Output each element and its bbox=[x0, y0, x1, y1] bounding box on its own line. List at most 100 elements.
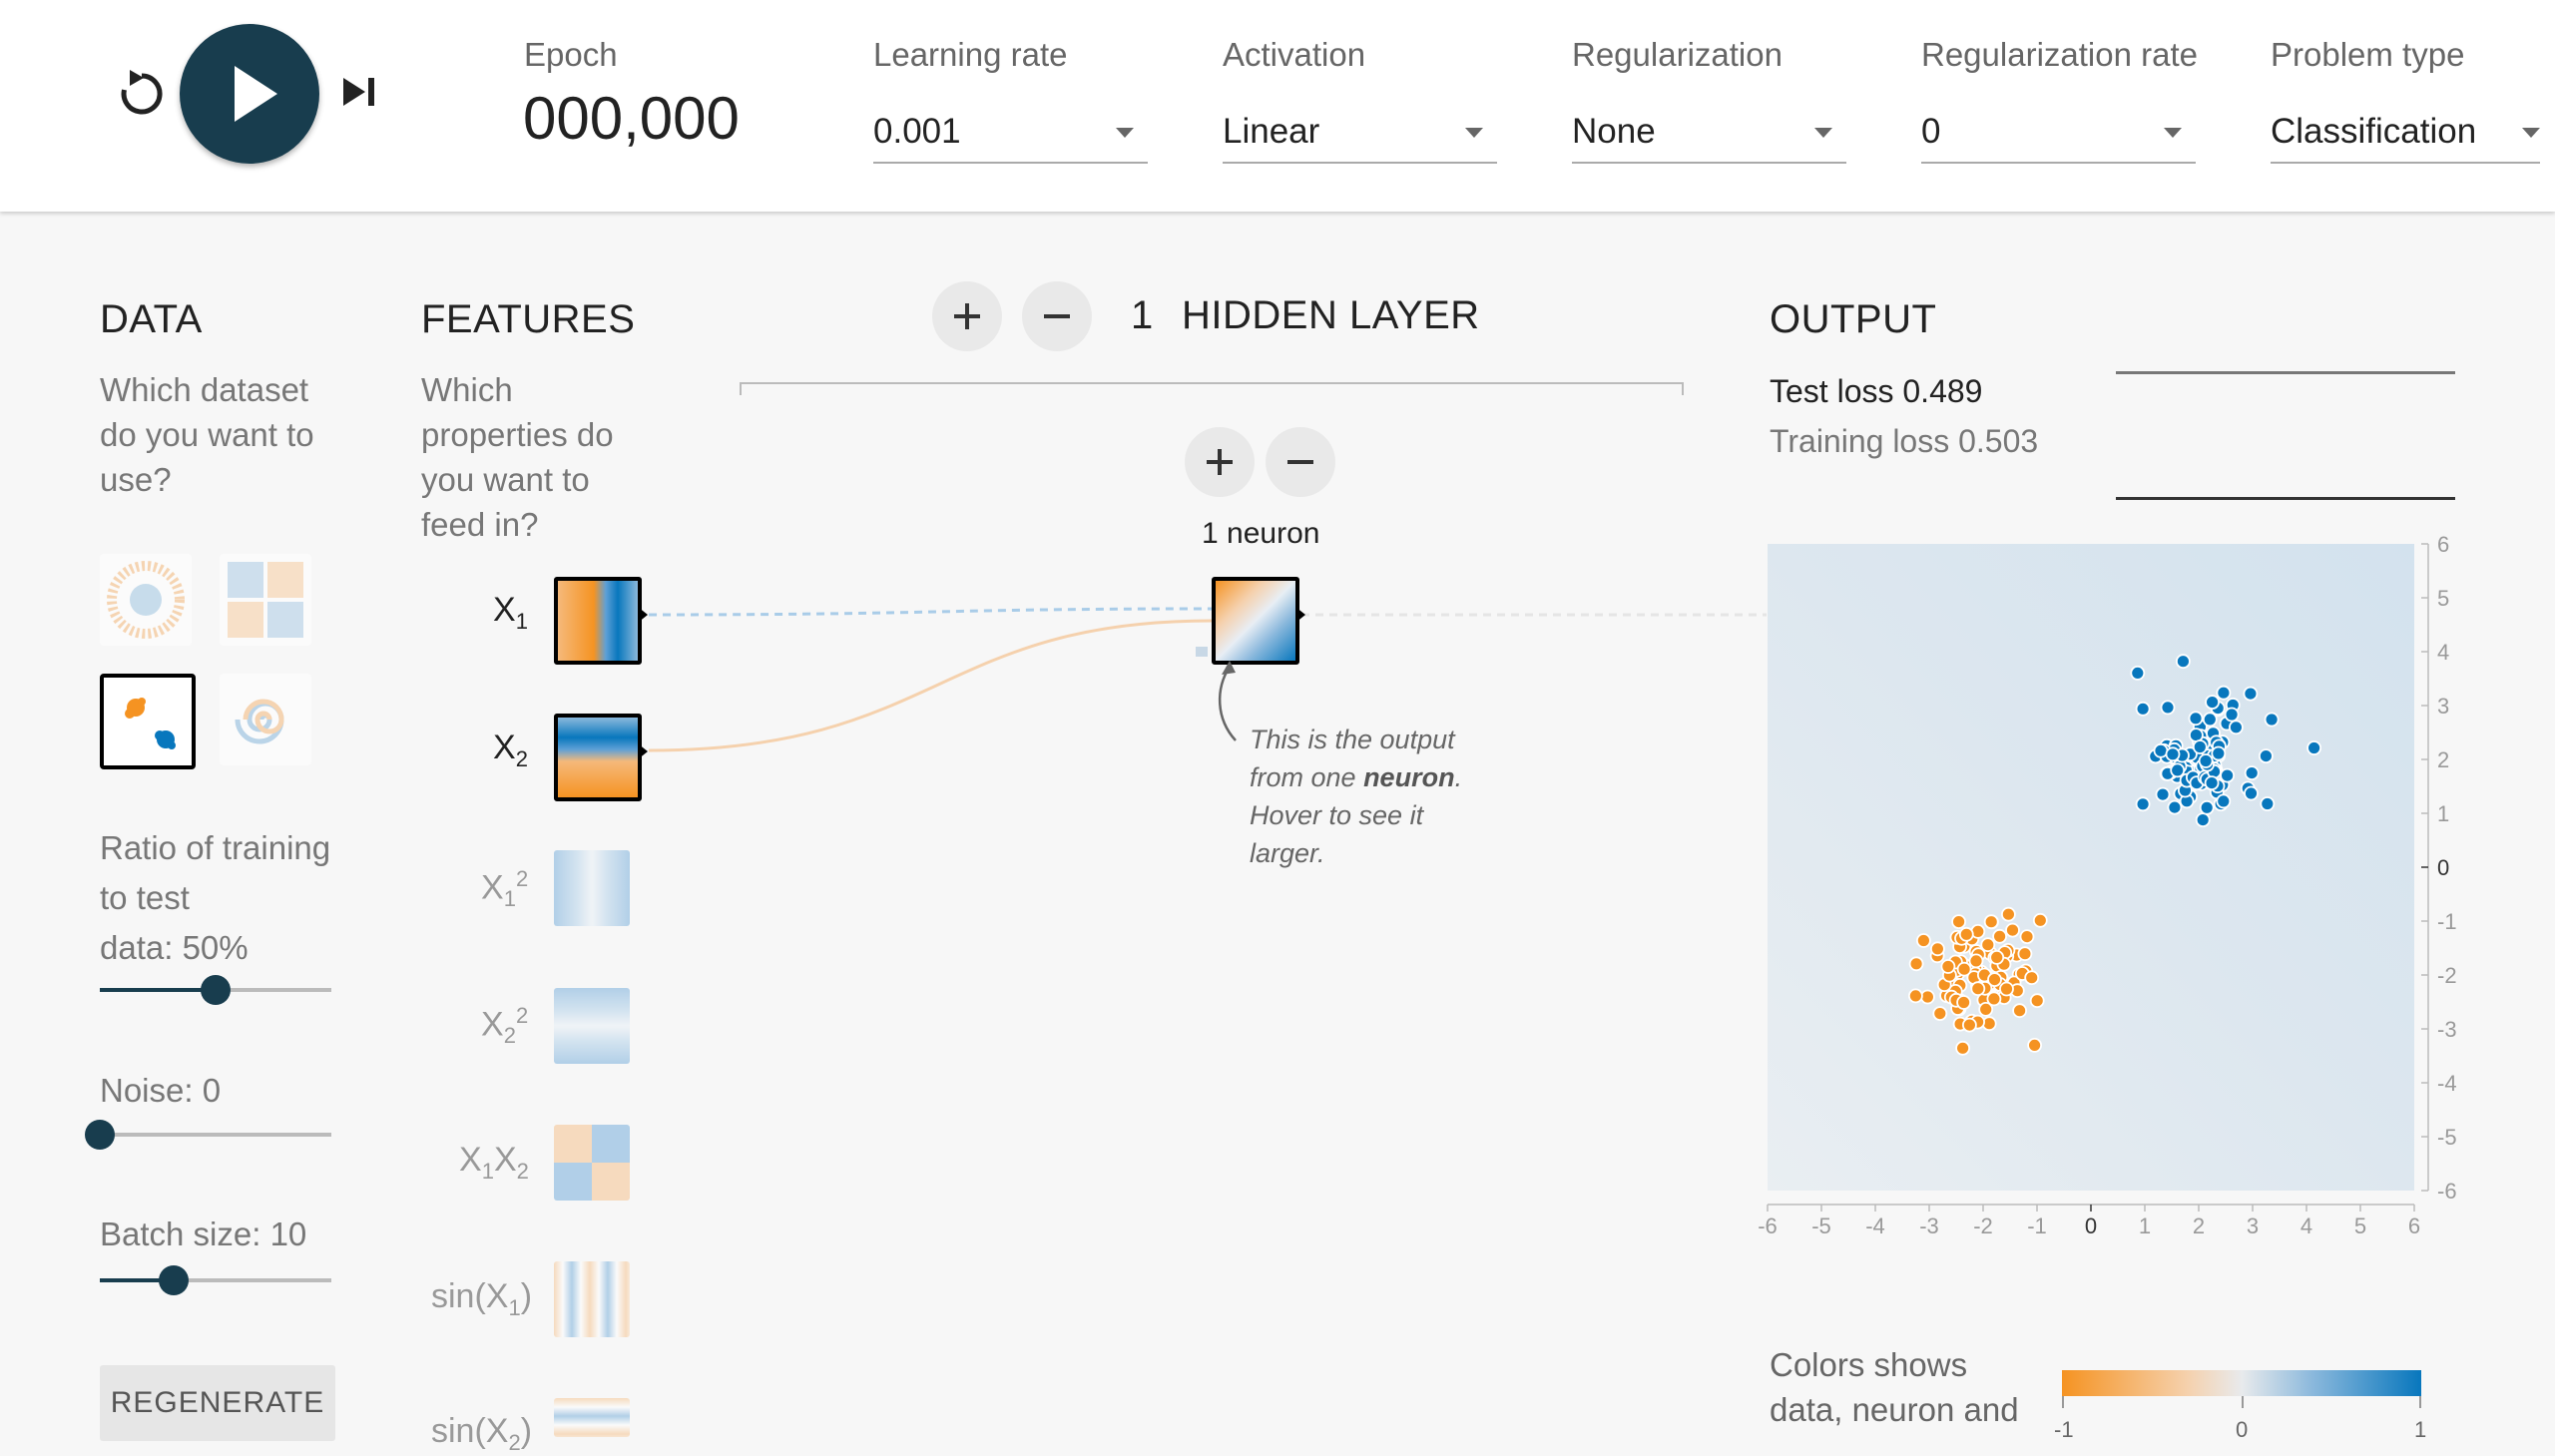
blue-data-point bbox=[2224, 707, 2240, 723]
feature-x1-squared-box[interactable] bbox=[554, 850, 630, 926]
noise-slider-thumb[interactable] bbox=[85, 1120, 115, 1150]
feature-label-text: X bbox=[481, 1005, 504, 1044]
blue-data-point bbox=[2188, 711, 2204, 727]
features-question-line: you want to bbox=[421, 461, 590, 498]
blue-data-point bbox=[2216, 685, 2232, 701]
orange-data-point bbox=[1919, 989, 1935, 1005]
output-plot[interactable]: -6 -5 -4 -3 -2 -1 0 1 2 3 4 5 6 6 5 4 3 2 1 0 -1 -2 -3 -4 -5 -6 bbox=[1757, 529, 2495, 1247]
blue-data-point bbox=[2204, 775, 2220, 791]
blue-data-point bbox=[2175, 654, 2191, 670]
add-layer-button[interactable] bbox=[932, 281, 1002, 351]
callout-line: This is the output bbox=[1250, 725, 1455, 754]
blue-data-point bbox=[2202, 712, 2218, 728]
x-tick-label: 2 bbox=[2193, 1213, 2205, 1238]
orange-data-point bbox=[2032, 912, 2048, 928]
blue-data-point bbox=[2192, 739, 2208, 754]
legend-tick bbox=[2242, 1396, 2244, 1408]
gaussian-dataset-icon bbox=[125, 698, 176, 749]
chevron-down-icon bbox=[1465, 128, 1483, 138]
feature-label-text: X bbox=[493, 591, 516, 629]
blue-data-point bbox=[2195, 812, 2211, 828]
regularization-rate-select[interactable]: 0 bbox=[1921, 102, 2196, 164]
feature-x2-box[interactable] bbox=[554, 714, 642, 801]
dataset-xor-thumb[interactable] bbox=[220, 554, 311, 646]
orange-data-point bbox=[1915, 933, 1931, 948]
orange-data-point bbox=[2019, 929, 2035, 945]
feature-label-sub: 2 bbox=[508, 1429, 521, 1455]
y-tick-label: -4 bbox=[2437, 1071, 2457, 1096]
hidden-neuron[interactable] bbox=[1212, 577, 1299, 665]
play-button[interactable] bbox=[180, 24, 319, 164]
orange-data-point bbox=[1992, 928, 2008, 944]
regularization-select[interactable]: None bbox=[1572, 102, 1846, 164]
feature-x1-label: X1 bbox=[493, 591, 528, 635]
x-tick-label: 0 bbox=[2085, 1213, 2097, 1238]
problem-type-select[interactable]: Classification bbox=[2271, 102, 2540, 164]
color-legend-text: Colors shows data, neuron and bbox=[1770, 1342, 2019, 1432]
activation-select[interactable]: Linear bbox=[1223, 102, 1497, 164]
blue-data-point bbox=[2244, 765, 2260, 781]
x-tick-label: 1 bbox=[2139, 1213, 2151, 1238]
add-neuron-button[interactable] bbox=[1185, 427, 1255, 497]
feature-sin-x1-label: sin(X1) bbox=[431, 1277, 532, 1321]
feature-x1x2-box[interactable] bbox=[554, 1125, 630, 1201]
neuron-output-arrow bbox=[1295, 607, 1305, 623]
orange-data-point bbox=[1986, 991, 2002, 1007]
regularization-rate-label: Regularization rate bbox=[1921, 36, 2198, 73]
blue-data-point bbox=[2205, 695, 2221, 711]
ratio-label-line: to test bbox=[100, 879, 190, 916]
hidden-layer-heading: HIDDEN LAYER bbox=[1182, 293, 1480, 337]
blue-data-point bbox=[2198, 753, 2214, 768]
feature-sin-x1-box[interactable] bbox=[554, 1261, 630, 1337]
dataset-spiral-thumb[interactable] bbox=[220, 674, 311, 765]
data-question-line: use? bbox=[100, 461, 172, 498]
plus-icon bbox=[1207, 449, 1233, 475]
blue-data-point bbox=[2167, 799, 2183, 815]
orange-data-point bbox=[1940, 959, 1956, 974]
feature-label-text: sin(X bbox=[431, 1277, 509, 1315]
y-tick-label: -6 bbox=[2437, 1179, 2457, 1204]
batch-size-slider-thumb[interactable] bbox=[159, 1265, 190, 1295]
legend-tick-label: 0 bbox=[2236, 1417, 2249, 1442]
neuron-count-label: 1 neuron bbox=[1202, 517, 1320, 550]
blue-data-point bbox=[2258, 748, 2274, 764]
test-loss: Test loss 0.489 bbox=[1770, 373, 1983, 409]
remove-layer-button[interactable] bbox=[1022, 281, 1092, 351]
orange-data-point bbox=[2029, 993, 2045, 1009]
regenerate-button[interactable]: REGENERATE bbox=[100, 1365, 335, 1441]
noise-slider[interactable] bbox=[100, 1133, 331, 1137]
orange-data-point bbox=[1932, 1006, 1948, 1022]
step-forward-icon[interactable] bbox=[339, 72, 379, 112]
noise-label: Noise: 0 bbox=[100, 1072, 222, 1109]
feature-label-sub: 1 bbox=[515, 608, 528, 634]
legend-line: Colors shows bbox=[1770, 1346, 1968, 1383]
minus-icon bbox=[1044, 314, 1070, 318]
feature-sin-x2-box[interactable] bbox=[554, 1398, 630, 1437]
features-heading: FEATURES bbox=[421, 297, 636, 341]
orange-data-point bbox=[1968, 953, 1984, 969]
learning-rate-select[interactable]: 0.001 bbox=[873, 102, 1148, 164]
x-tick-label: 6 bbox=[2408, 1213, 2420, 1238]
orange-data-point bbox=[1907, 988, 1923, 1004]
batch-size-label: Batch size: 10 bbox=[100, 1215, 307, 1252]
legend-tick-label: -1 bbox=[2054, 1417, 2074, 1442]
y-tick-label: -5 bbox=[2437, 1125, 2457, 1150]
top-control-bar: Epoch 000,000 Learning rate 0.001 Activa… bbox=[0, 0, 2555, 212]
blue-data-point bbox=[2135, 701, 2151, 717]
dataset-circle-thumb[interactable] bbox=[100, 554, 192, 646]
blue-data-point bbox=[2160, 700, 2176, 716]
feature-x1-box[interactable] bbox=[554, 577, 642, 665]
chevron-down-icon bbox=[2164, 128, 2182, 138]
orange-data-point bbox=[2000, 906, 2016, 922]
orange-data-point bbox=[1961, 1017, 1977, 1033]
x-tick-label: 4 bbox=[2300, 1213, 2312, 1238]
feature-label-text: ) bbox=[520, 1412, 533, 1450]
ratio-slider-thumb[interactable] bbox=[201, 975, 231, 1005]
feature-x2-squared-box[interactable] bbox=[554, 988, 630, 1064]
remove-neuron-button[interactable] bbox=[1266, 427, 1335, 497]
dataset-gaussian-thumb[interactable] bbox=[100, 674, 196, 769]
reset-icon[interactable] bbox=[112, 64, 172, 124]
feature-label-text: sin(X bbox=[431, 1412, 509, 1450]
orange-data-point bbox=[1989, 949, 2005, 965]
ratio-value: data: 50% bbox=[100, 929, 249, 966]
